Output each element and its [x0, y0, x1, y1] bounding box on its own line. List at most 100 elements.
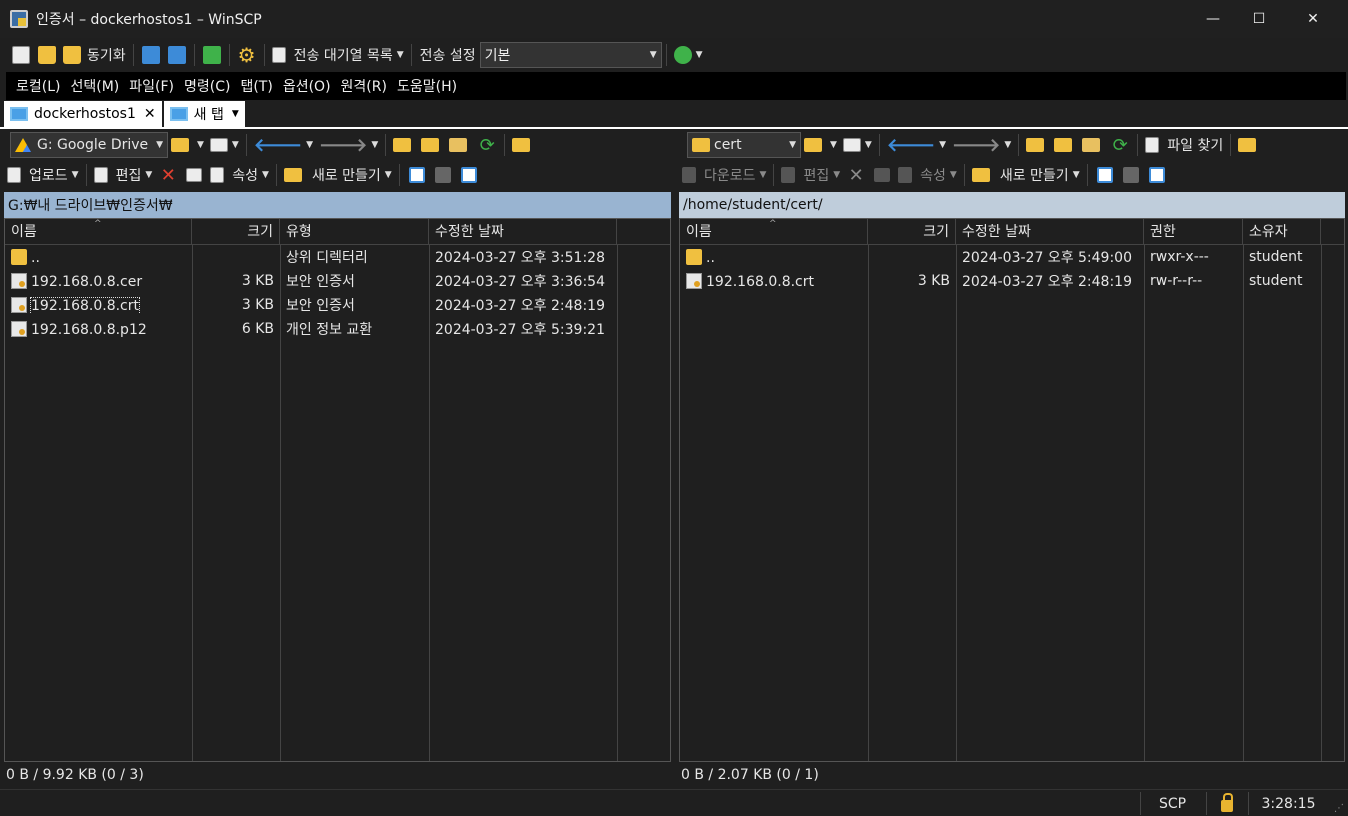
menu-help[interactable]: 도움말(H) — [397, 76, 457, 96]
col-owner-header[interactable]: 소유자 — [1243, 219, 1321, 244]
file-row[interactable]: 192.168.0.8.crt 3 KB 보안 인증서 2024-03-27 오… — [5, 293, 670, 317]
menu-file[interactable]: 파일(F) — [129, 76, 174, 96]
remote-dir-select[interactable]: cert ▼ — [687, 132, 801, 158]
local-parent-dir-button[interactable] — [390, 132, 418, 158]
local-forward-button[interactable]: 🡒 ▼ — [316, 132, 381, 158]
file-name: 192.168.0.8.cer — [31, 273, 143, 290]
menu-local[interactable]: 로컬(L) — [16, 76, 60, 96]
local-filter-button[interactable]: ▼ — [207, 132, 242, 158]
upload-icon — [7, 167, 21, 183]
remote-filter-button[interactable]: ▼ — [840, 132, 875, 158]
edit-label: 편집 — [115, 168, 142, 184]
local-back-button[interactable]: 🡐 ▼ — [251, 132, 316, 158]
window-minimize-button[interactable]: — — [1190, 0, 1236, 38]
file-row[interactable]: 192.168.0.8.p12 6 KB 개인 정보 교환 2024-03-27… — [5, 317, 670, 341]
remote-back-button[interactable]: 🡐 ▼ — [884, 132, 949, 158]
console-button[interactable] — [138, 42, 164, 68]
remote-new-button[interactable]: 새로 만들기 ▼ — [969, 162, 1083, 188]
remote-edit-button[interactable]: 편집 ▼ — [778, 162, 843, 188]
chevron-down-icon: ▼ — [864, 140, 872, 150]
download-button[interactable]: 다운로드 ▼ — [679, 162, 769, 188]
local-home-button[interactable] — [446, 132, 474, 158]
remote-unselect-button[interactable] — [1118, 162, 1144, 188]
window-maximize-button[interactable]: ☐ — [1236, 0, 1282, 38]
local-select-button[interactable] — [404, 162, 430, 188]
remote-status: 0 B / 2.07 KB (0 / 1) — [681, 767, 819, 783]
upload-button[interactable]: 업로드 ▼ — [4, 162, 82, 188]
col-size-header[interactable]: 크기 — [868, 219, 956, 244]
chevron-down-icon: ▼ — [145, 170, 153, 180]
keep-up-to-date-icon — [673, 46, 692, 64]
open-folder-icon — [171, 138, 189, 152]
remote-delete-button[interactable]: ✕ — [843, 162, 869, 188]
transfer-queue-button[interactable]: 전송 대기열 목록 ▼ — [269, 42, 407, 68]
chevron-down-icon: ▼ — [1004, 140, 1012, 150]
col-rights-header[interactable]: 권한 — [1144, 219, 1243, 244]
remote-path-bar[interactable]: /home/student/cert/ — [679, 192, 1345, 218]
file-row[interactable]: 192.168.0.8.crt 3 KB 2024-03-27 오후 2:48:… — [680, 269, 1344, 293]
new-label: 새로 만들기 — [999, 168, 1069, 184]
file-row[interactable]: .. 상위 디렉터리 2024-03-27 오후 3:51:28 — [5, 245, 670, 269]
local-delete-button[interactable]: ✕ — [155, 162, 181, 188]
auto-sync-button[interactable]: ▼ — [671, 42, 706, 68]
encryption-status[interactable] — [1206, 792, 1246, 815]
remote-parent-dir-button[interactable] — [1023, 132, 1051, 158]
local-drive-select[interactable]: G: Google Drive ▼ — [10, 132, 168, 158]
compare-dirs-button[interactable] — [8, 42, 34, 68]
local-open-dir-button[interactable]: ▼ — [168, 132, 207, 158]
protocol-status: SCP — [1140, 792, 1204, 815]
tab-new[interactable]: 새 탭 ▼ — [163, 101, 245, 127]
col-modified-header[interactable]: 수정한 날짜 — [429, 219, 617, 244]
local-file-list[interactable]: 이름 크기 유형 수정한 날짜 ^ .. 상위 디렉터리 2024-03-27 … — [4, 218, 671, 762]
remote-filter-select-button[interactable] — [1144, 162, 1170, 188]
local-new-button[interactable]: 새로 만들기 ▼ — [281, 162, 395, 188]
remote-home-button[interactable] — [1079, 132, 1107, 158]
synchronize-button[interactable]: 동기화 — [60, 42, 129, 68]
toolbar-separator — [228, 44, 230, 66]
col-type-header[interactable]: 유형 — [280, 219, 429, 244]
col-size-header[interactable]: 크기 — [192, 219, 280, 244]
transfer-preset-select[interactable]: 기본 ▼ — [479, 42, 662, 68]
chevron-down-icon: ▼ — [695, 50, 703, 60]
resize-grip-icon[interactable]: ⋰ — [1334, 803, 1344, 814]
menu-tabs[interactable]: 탭(T) — [240, 76, 272, 96]
local-unselect-button[interactable] — [430, 162, 456, 188]
remote-open-dir-button[interactable]: ▼ — [801, 132, 840, 158]
local-refresh-button[interactable]: ⟳ — [474, 132, 500, 158]
window-close-button[interactable]: ✕ — [1290, 0, 1336, 38]
file-owner: student — [1249, 249, 1303, 265]
sync-browse-button[interactable] — [34, 42, 60, 68]
putty-button[interactable] — [164, 42, 190, 68]
local-rename-button[interactable] — [181, 162, 207, 188]
menu-options[interactable]: 옵션(O) — [283, 76, 331, 96]
local-path-bar[interactable]: G:₩내 드라이브₩인증서₩ — [4, 192, 671, 218]
local-tree-button[interactable] — [509, 132, 537, 158]
menu-select[interactable]: 선택(M) — [70, 76, 119, 96]
local-root-dir-button[interactable] — [418, 132, 446, 158]
refresh-icon — [202, 46, 221, 64]
edit-icon — [93, 167, 108, 183]
remote-refresh-button[interactable]: ⟳ — [1107, 132, 1133, 158]
close-tab-icon[interactable]: ✕ — [144, 106, 156, 122]
find-files-button[interactable]: 파일 찾기 — [1142, 132, 1226, 158]
remote-root-dir-button[interactable] — [1051, 132, 1079, 158]
remote-properties-button[interactable]: 속성 ▼ — [895, 162, 960, 188]
tab-dockerhostos1[interactable]: dockerhostos1 ✕ — [4, 101, 162, 127]
file-row[interactable]: 192.168.0.8.cer 3 KB 보안 인증서 2024-03-27 오… — [5, 269, 670, 293]
local-properties-button[interactable]: 속성 ▼ — [207, 162, 272, 188]
column-divider — [429, 245, 430, 761]
file-row[interactable]: .. 2024-03-27 오후 5:49:00 rwxr-x--- stude… — [680, 245, 1344, 269]
drive-label: G: Google Drive — [37, 137, 149, 153]
col-modified-header[interactable]: 수정한 날짜 — [956, 219, 1144, 244]
remote-select-button[interactable] — [1092, 162, 1118, 188]
preferences-button[interactable]: ⚙ — [234, 42, 260, 68]
menu-commands[interactable]: 명령(C) — [184, 76, 230, 96]
remote-file-list[interactable]: 이름 크기 수정한 날짜 권한 소유자 ^ .. 2024-03-27 오후 5… — [679, 218, 1345, 762]
remote-tree-button[interactable] — [1235, 132, 1263, 158]
menu-remote[interactable]: 원격(R) — [341, 76, 387, 96]
refresh-queue-button[interactable] — [199, 42, 225, 68]
local-edit-button[interactable]: 편집 ▼ — [91, 162, 156, 188]
remote-rename-button[interactable] — [869, 162, 895, 188]
remote-forward-button[interactable]: 🡒 ▼ — [949, 132, 1014, 158]
local-filter-select-button[interactable] — [456, 162, 482, 188]
